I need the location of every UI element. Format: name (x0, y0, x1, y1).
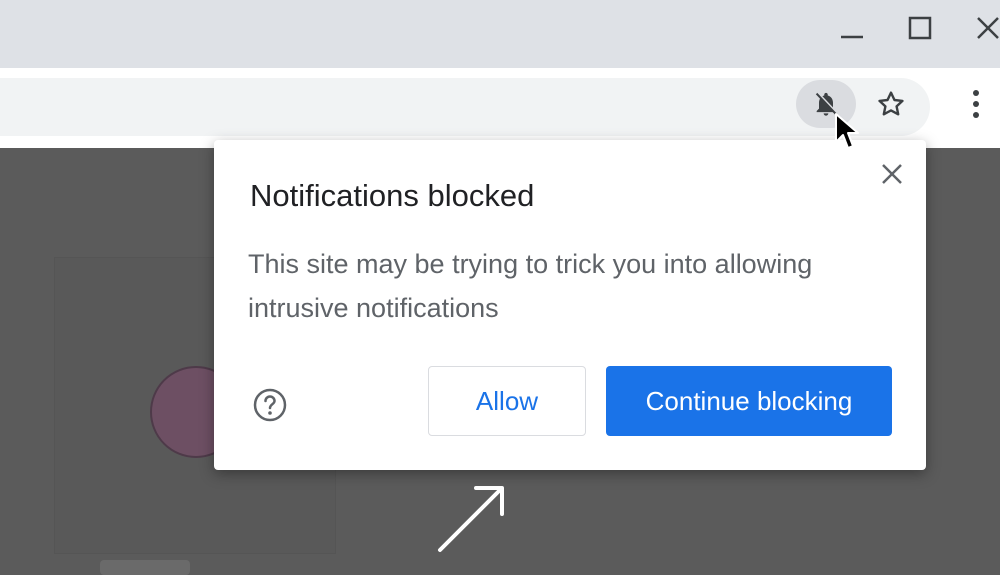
title-bar (0, 0, 1000, 68)
continue-blocking-button[interactable]: Continue blocking (606, 366, 892, 436)
allow-button[interactable]: Allow (428, 366, 586, 436)
popup-title: Notifications blocked (250, 178, 535, 213)
popup-close-button[interactable] (872, 154, 912, 194)
maximize-icon (908, 16, 932, 40)
more-menu-icon (973, 90, 979, 118)
help-icon (253, 388, 287, 422)
notifications-blocked-popup: Notifications blocked This site may be t… (214, 140, 926, 470)
more-menu-button[interactable] (956, 80, 996, 128)
maximize-button[interactable] (890, 0, 950, 56)
close-icon (977, 17, 999, 39)
popup-message: This site may be trying to trick you int… (248, 249, 813, 323)
page-text-placeholder (100, 560, 190, 575)
bookmark-star-icon (878, 91, 904, 116)
close-icon (882, 164, 902, 184)
mouse-cursor-icon (835, 113, 859, 149)
minimize-button[interactable] (822, 0, 882, 56)
arrow-icon (438, 486, 504, 552)
minimize-icon (841, 35, 863, 39)
browser-screen: Notifications blocked This site may be t… (0, 0, 1000, 575)
help-button[interactable] (250, 385, 290, 425)
bookmark-button[interactable] (866, 80, 916, 128)
address-bar[interactable] (0, 78, 930, 136)
window-close-button[interactable] (958, 0, 1000, 56)
